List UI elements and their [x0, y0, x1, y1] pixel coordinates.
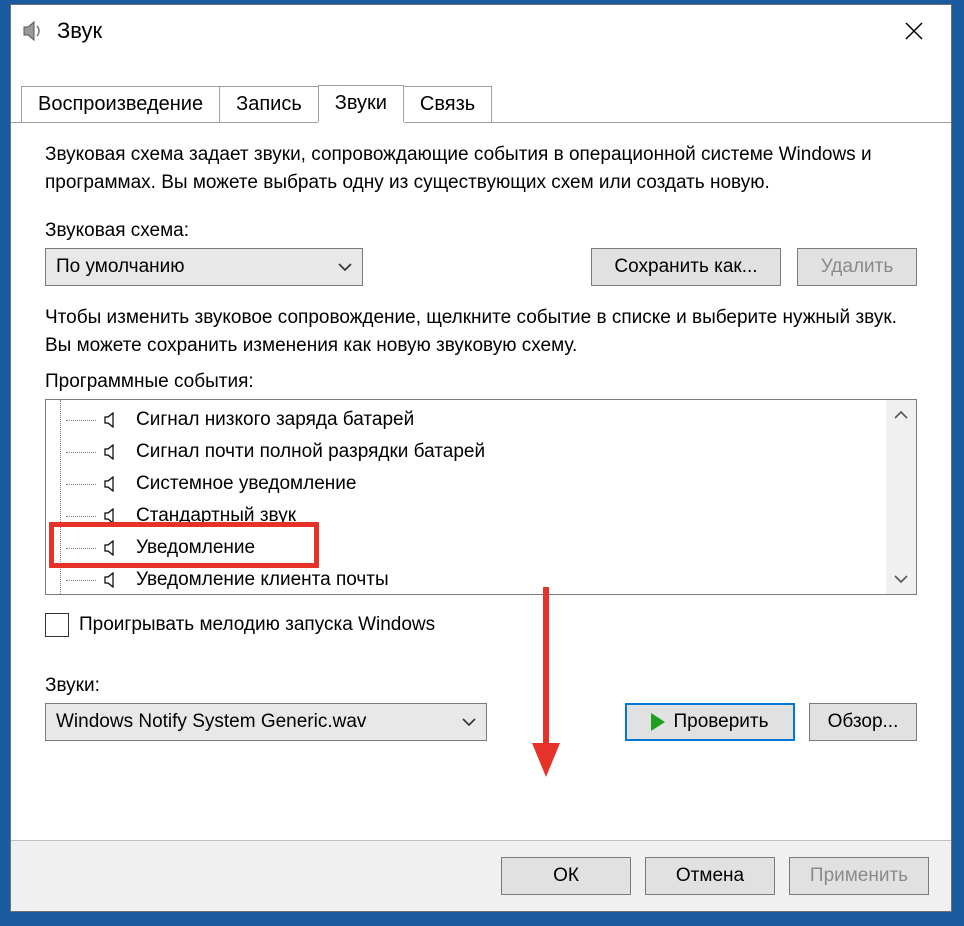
scheme-value: По умолчанию	[56, 256, 185, 278]
startup-sound-label: Проигрывать мелодию запуска Windows	[79, 614, 435, 636]
list-item[interactable]: Стандартный звук	[52, 500, 880, 532]
event-label: Уведомление клиента почты	[136, 569, 389, 591]
events-listbox[interactable]: Сигнал низкого заряда батарей Сигнал поч…	[45, 399, 917, 595]
scheme-combobox[interactable]: По умолчанию	[45, 248, 363, 286]
events-description: Чтобы изменить звуковое сопровождение, щ…	[45, 304, 917, 359]
speaker-icon	[102, 474, 124, 494]
ok-button[interactable]: ОК	[501, 857, 631, 895]
sound-file-value: Windows Notify System Generic.wav	[56, 711, 366, 733]
sound-dialog: Звук Воспроизведение Запись Звуки Связь …	[10, 4, 952, 912]
chevron-down-icon	[462, 711, 476, 733]
startup-sound-checkbox[interactable]	[45, 613, 69, 637]
event-label: Сигнал почти полной разрядки батарей	[136, 441, 485, 463]
tab-strip: Воспроизведение Запись Звуки Связь	[11, 57, 951, 123]
event-label: Системное уведомление	[136, 473, 356, 495]
list-item-selected[interactable]: Уведомление	[52, 532, 880, 564]
speaker-icon	[102, 538, 124, 558]
speaker-icon	[102, 410, 124, 430]
test-label: Проверить	[673, 711, 768, 733]
tab-recording[interactable]: Запись	[219, 86, 319, 122]
titlebar: Звук	[11, 5, 951, 57]
speaker-icon	[102, 506, 124, 526]
apply-button[interactable]: Применить	[789, 857, 929, 895]
list-item[interactable]: Системное уведомление	[52, 468, 880, 500]
delete-button[interactable]: Удалить	[797, 248, 917, 286]
cancel-button[interactable]: Отмена	[645, 857, 775, 895]
sounds-label: Звуки:	[45, 675, 917, 697]
event-label: Уведомление	[136, 537, 255, 559]
event-label: Стандартный звук	[136, 505, 296, 527]
scroll-up-icon[interactable]	[886, 400, 916, 430]
dialog-footer: ОК Отмена Применить	[11, 840, 951, 911]
save-as-button[interactable]: Сохранить как...	[591, 248, 781, 286]
play-icon	[651, 713, 665, 731]
browse-button[interactable]: Обзор...	[809, 703, 917, 741]
event-label: Сигнал низкого заряда батарей	[136, 409, 414, 431]
close-button[interactable]	[885, 11, 943, 51]
tab-content: Звуковая схема задает звуки, сопровождаю…	[11, 123, 951, 840]
scroll-down-icon[interactable]	[886, 564, 916, 594]
events-label: Программные события:	[45, 371, 917, 393]
speaker-app-icon	[19, 17, 47, 45]
scrollbar[interactable]	[886, 400, 916, 594]
sound-file-combobox[interactable]: Windows Notify System Generic.wav	[45, 703, 487, 741]
tab-communications[interactable]: Связь	[403, 86, 492, 122]
chevron-down-icon	[338, 256, 352, 278]
list-item[interactable]: Уведомление клиента почты	[52, 564, 880, 595]
description-text: Звуковая схема задает звуки, сопровождаю…	[45, 141, 917, 196]
test-button[interactable]: Проверить	[625, 703, 795, 741]
list-item[interactable]: Сигнал низкого заряда батарей	[52, 404, 880, 436]
scheme-label: Звуковая схема:	[45, 220, 917, 242]
tab-playback[interactable]: Воспроизведение	[21, 86, 220, 122]
tab-sounds[interactable]: Звуки	[318, 85, 404, 123]
speaker-icon	[102, 570, 124, 590]
list-item[interactable]: Сигнал почти полной разрядки батарей	[52, 436, 880, 468]
speaker-icon	[102, 442, 124, 462]
window-title: Звук	[57, 18, 885, 44]
